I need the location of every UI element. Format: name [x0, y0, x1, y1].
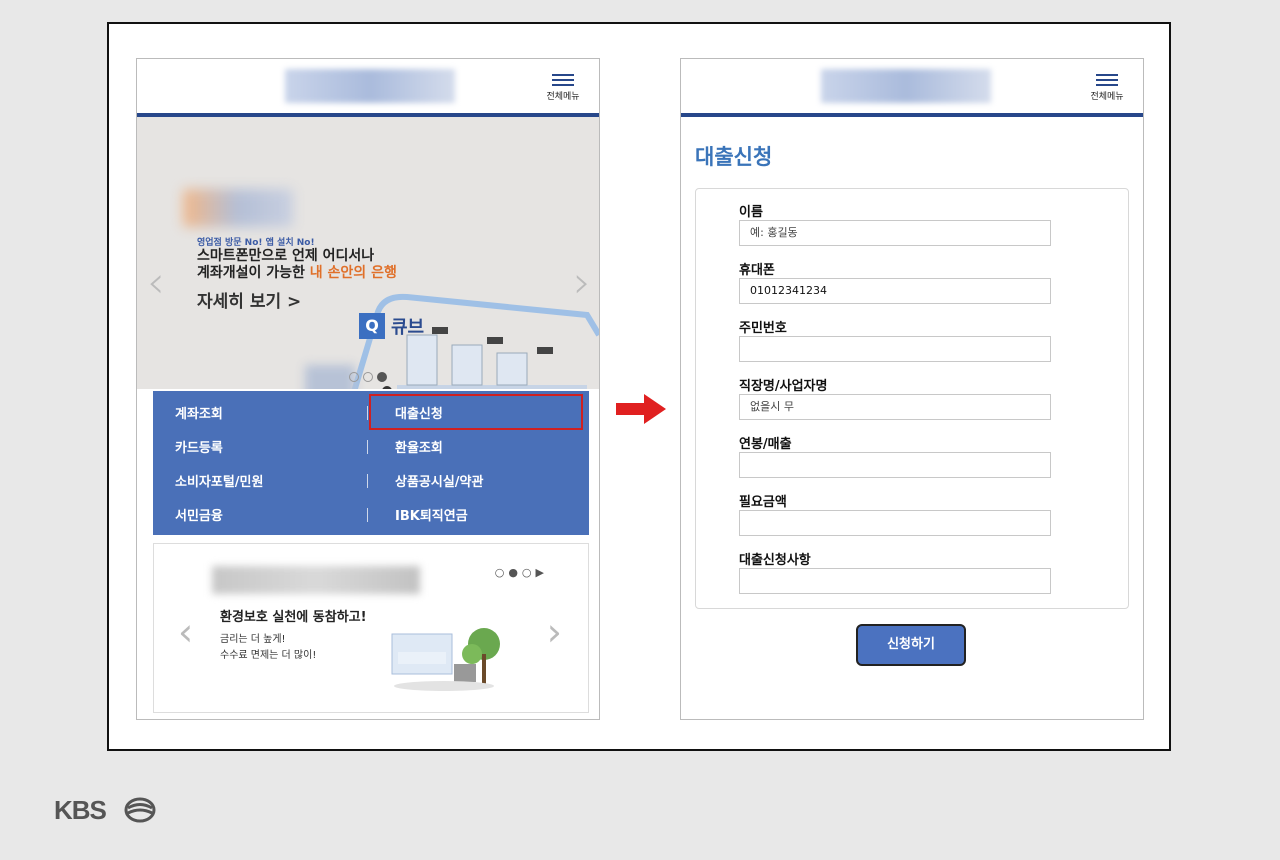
quick-menu-account-inquiry[interactable]: 계좌조회 — [175, 403, 223, 422]
full-menu-button[interactable]: 전체메뉴 — [541, 71, 585, 105]
phone-input[interactable]: 01012341234 — [739, 278, 1051, 304]
promo-next-arrow-icon[interactable]: › — [547, 610, 562, 654]
promo-line-1: 금리는 더 높게! — [220, 634, 286, 645]
comparison-frame: 전체메뉴 영업점 방문 No! 앱 설치 No! 스마트폰만으로 언제 어디서나… — [107, 22, 1171, 751]
quick-menu-ibk-pension[interactable]: IBK퇴직연금 — [395, 505, 468, 524]
phone-value: 01012341234 — [750, 284, 827, 297]
divider — [367, 440, 368, 454]
required-amount-input[interactable] — [739, 510, 1051, 536]
salary-input[interactable] — [739, 452, 1051, 478]
divider — [367, 406, 368, 420]
resident-number-label: 주민번호 — [739, 321, 787, 336]
promo-title: 환경보호 실천에 동참하고! — [220, 610, 367, 625]
banner-more-link[interactable]: 자세히 보기 > — [197, 287, 301, 312]
full-menu-label: 전체메뉴 — [546, 92, 580, 102]
banner-headline-2-text: 계좌개설이 가능한 — [197, 265, 310, 281]
promo-prev-arrow-icon[interactable]: ‹ — [178, 610, 193, 654]
qbank-brand-label: 큐브 — [391, 317, 425, 338]
workplace-placeholder: 없을시 무 — [750, 400, 794, 413]
banner-title-blurred — [183, 189, 293, 227]
workplace-label: 직장명/사업자명 — [739, 379, 828, 394]
qbank-logo-icon: Q — [359, 313, 385, 339]
pagination-dot[interactable] — [363, 372, 373, 382]
quick-menu-card-registration[interactable]: 카드등록 — [175, 437, 223, 456]
quick-menu-consumer-portal[interactable]: 소비자포털/민원 — [175, 471, 263, 490]
quick-menu-exchange-rate[interactable]: 환율조회 — [395, 437, 443, 456]
loan-details-label: 대출신청사항 — [739, 553, 811, 568]
resident-number-input[interactable] — [739, 336, 1051, 362]
divider — [367, 474, 368, 488]
banner-pagination — [349, 367, 391, 386]
app-header: 전체메뉴 — [137, 59, 599, 117]
right-phone-screen: 전체메뉴 대출신청 이름 예: 홍길동 휴대폰 01012341234 주민번호… — [680, 58, 1144, 720]
promo-banner[interactable]: 영업점 방문 No! 앱 설치 No! 스마트폰만으로 언제 어디서나 계좌개설… — [137, 117, 599, 389]
pagination-dot[interactable] — [349, 372, 359, 382]
name-placeholder: 예: 홍길동 — [750, 226, 798, 239]
bank-logo-blurred — [285, 69, 455, 103]
quick-menu-microfinance[interactable]: 서민금융 — [175, 505, 223, 524]
name-label: 이름 — [739, 205, 763, 220]
loan-details-input[interactable] — [739, 568, 1051, 594]
banner-prev-arrow-icon[interactable]: ‹ — [147, 257, 165, 308]
eco-promo-card[interactable]: ○ ● ○ ▶ 환경보호 실천에 동참하고! 금리는 더 높게! 수수료 면제는 더 … — [153, 543, 589, 713]
pagination-dot[interactable]: ○ — [495, 566, 505, 579]
bank-logo-blurred — [821, 69, 991, 103]
pagination-dot[interactable]: ○ — [522, 566, 532, 579]
quick-menu-product-terms[interactable]: 상품공시실/약관 — [395, 471, 483, 490]
promo-line-2: 수수료 면제는 더 많이! — [220, 650, 317, 661]
red-right-arrow-icon — [616, 394, 666, 424]
play-icon[interactable]: ▶ — [536, 566, 544, 579]
hamburger-icon — [1096, 74, 1118, 86]
full-menu-button[interactable]: 전체메뉴 — [1085, 71, 1129, 105]
submit-button[interactable]: 신청하기 — [856, 624, 966, 666]
pagination-dot-active[interactable]: ● — [508, 566, 518, 579]
divider — [367, 508, 368, 522]
phone-label: 휴대폰 — [739, 263, 775, 278]
quick-menu: 계좌조회 대출신청 카드등록 환율조회 소비자포털/민원 상품공시실/약관 서민… — [153, 391, 589, 535]
left-phone-screen: 전체메뉴 영업점 방문 No! 앱 설치 No! 스마트폰만으로 언제 어디서나… — [136, 58, 600, 720]
promo-pagination: ○ ● ○ ▶ — [495, 566, 548, 579]
kbs-watermark: KBS — [54, 795, 107, 825]
name-input[interactable]: 예: 홍길동 — [739, 220, 1051, 246]
page-title: 대출신청 — [695, 145, 773, 169]
required-amount-label: 필요금액 — [739, 495, 787, 510]
hamburger-icon — [552, 74, 574, 86]
salary-label: 연봉/매출 — [739, 437, 792, 452]
pagination-dot-active[interactable] — [377, 372, 387, 382]
promo-heading-blurred — [212, 566, 420, 594]
workplace-input[interactable]: 없을시 무 — [739, 394, 1051, 420]
eco-tree-illustration — [391, 628, 500, 691]
app-header: 전체메뉴 — [681, 59, 1143, 117]
kbs-logo-icon — [124, 797, 156, 823]
full-menu-label: 전체메뉴 — [1090, 92, 1124, 102]
loan-application-highlight-box — [369, 394, 583, 430]
banner-image-blurred — [305, 365, 355, 389]
